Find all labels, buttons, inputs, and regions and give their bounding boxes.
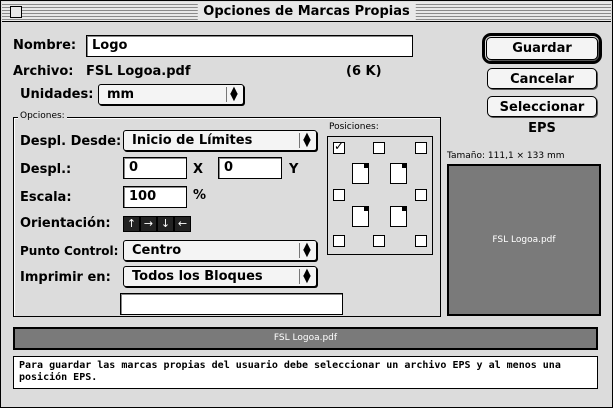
window-title: Opciones de Marcas Propias [197,3,416,20]
unidades-label: Unidades: [20,87,94,102]
orient-up-button[interactable]: ↑ [123,216,140,232]
pos-top-right-checkbox[interactable] [415,142,427,154]
page-icon [390,163,407,184]
pos-top-center-checkbox[interactable] [373,142,385,154]
escala-input[interactable]: 100 [123,186,187,208]
despl-label: Despl.: [20,162,72,177]
page-icon [352,163,369,184]
opciones-group-label: Opciones: [18,111,67,121]
orient-down-button[interactable]: ↓ [157,216,174,232]
x-label: X [193,162,204,177]
punto-control-value: Centro [132,243,182,258]
despl-desde-select[interactable]: Inicio de Límites ▲ ▼ [123,130,317,151]
imprimir-value: Todos los Bloques [132,269,263,284]
despl-x-input[interactable]: 0 [123,157,187,179]
extra-input[interactable] [120,293,343,315]
despl-y-input[interactable]: 0 [218,157,282,179]
page-icon [352,206,369,227]
archivo-size: (6 K) [346,64,382,79]
archivo-value: FSL Logoa.pdf [86,64,191,79]
posiciones-box [327,136,433,255]
posiciones-label: Posiciones: [329,122,379,132]
y-label: Y [289,162,299,177]
nombre-label: Nombre: [13,38,77,53]
escala-unit: % [193,188,207,203]
size-label: Tamaño: 111,1 × 133 mm [447,151,565,161]
punto-control-label: Punto Control: [20,244,119,258]
punto-control-select[interactable]: Centro ▲ ▼ [123,240,317,261]
updown-arrows-icon: ▲ ▼ [299,242,314,259]
status-message: Para guardar las marcas propias del usua… [13,356,598,389]
title-bar[interactable]: Opciones de Marcas Propias [2,2,611,22]
pos-bottom-left-checkbox[interactable] [333,235,345,247]
imprimir-label: Imprimir en: [20,270,111,285]
nombre-input[interactable]: Logo [86,35,413,57]
close-box[interactable] [10,6,22,18]
orient-right-button[interactable]: → [140,216,157,232]
pos-bottom-center-checkbox[interactable] [373,235,385,247]
imprimir-select[interactable]: Todos los Bloques ▲ ▼ [123,266,317,287]
pos-middle-left-checkbox[interactable] [333,189,345,201]
updown-arrows-icon: ▲ ▼ [299,268,314,285]
bar-filename: FSL Logoa.pdf [273,333,338,343]
file-bar: FSL Logoa.pdf [13,327,598,350]
unidades-select[interactable]: mm ▲ ▼ [98,84,244,105]
unidades-value: mm [107,87,135,102]
updown-arrows-icon: ▲ ▼ [299,132,314,149]
seleccionar-eps-button[interactable]: Seleccionar EPS [487,96,597,136]
guardar-button[interactable]: Guardar [482,33,602,64]
archivo-label: Archivo: [13,64,74,79]
page-icon [390,206,407,227]
updown-arrows-icon: ▲ ▼ [226,86,241,103]
orientacion-label: Orientación: [20,216,111,231]
preview-filename: FSL Logoa.pdf [492,235,556,245]
cancelar-button[interactable]: Cancelar [487,68,597,89]
pos-middle-right-checkbox[interactable] [415,189,427,201]
pos-top-left-checkbox[interactable] [333,139,345,154]
orient-left-button[interactable]: ← [174,216,191,232]
pos-bottom-right-checkbox[interactable] [415,235,427,247]
despl-desde-label: Despl. Desde: [20,134,122,149]
despl-desde-value: Inicio de Límites [132,133,253,148]
escala-label: Escala: [20,190,72,205]
preview-area: FSL Logoa.pdf [447,164,601,316]
